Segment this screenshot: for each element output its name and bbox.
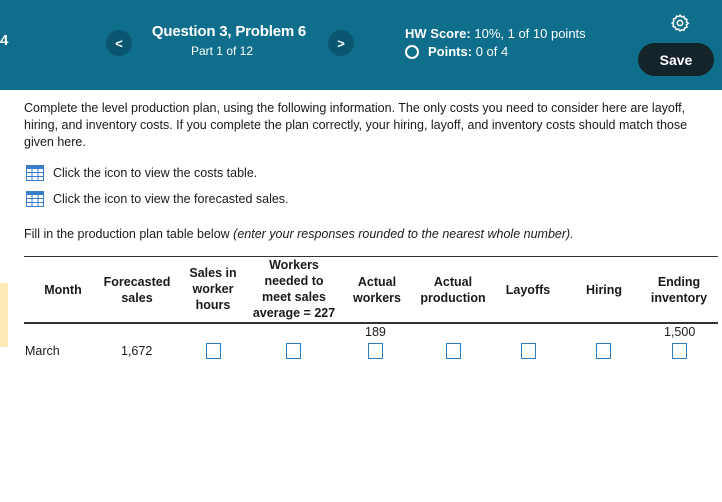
fill-prompt: Fill in the production plan table below … bbox=[24, 227, 574, 241]
hiring-input[interactable] bbox=[596, 343, 611, 359]
forecasted-sales-cell: 1,672 bbox=[121, 344, 153, 358]
initial-inventory: 1,500 bbox=[664, 325, 696, 339]
table-icon[interactable] bbox=[26, 165, 44, 181]
header-layoffs: Layoffs bbox=[505, 283, 551, 297]
hw-score-value: 10%, 1 of 10 points bbox=[474, 26, 586, 41]
circle-icon bbox=[405, 44, 419, 59]
header-actual-workers: Actual workers bbox=[346, 274, 408, 306]
header-ending-line1: Ending bbox=[657, 275, 701, 289]
header-sales-worker-hours: Sales in worker hours bbox=[180, 265, 246, 313]
forecasted-sales-link[interactable]: Click the icon to view the forecasted sa… bbox=[26, 191, 289, 207]
top-bar: 4 < Question 3, Problem 6 Part 1 of 12 >… bbox=[0, 0, 722, 90]
header-sales-hours-line3: hours bbox=[195, 298, 231, 312]
header-workers-needed: Workers needed to meet sales average = 2… bbox=[246, 257, 342, 321]
header-forecasted-line2: sales bbox=[121, 291, 153, 305]
actual-workers-input[interactable] bbox=[368, 343, 383, 359]
header-actual-production-line1: Actual bbox=[433, 275, 473, 289]
table-header-rule bbox=[24, 322, 718, 324]
forecasted-sales-link-text[interactable]: Click the icon to view the forecasted sa… bbox=[53, 192, 289, 206]
header-actual-workers-line1: Actual bbox=[357, 275, 397, 289]
hw-score: HW Score: 10%, 1 of 10 points bbox=[405, 26, 586, 41]
header-workers-needed-line1: Workers bbox=[269, 258, 319, 272]
month-cell: March bbox=[25, 344, 60, 358]
header-forecasted-line1: Forecasted bbox=[103, 275, 171, 289]
layoffs-input[interactable] bbox=[521, 343, 536, 359]
header-sales-hours-line1: Sales in bbox=[189, 266, 237, 280]
ending-inventory-input[interactable] bbox=[672, 343, 687, 359]
header-ending-inventory: Ending inventory bbox=[644, 274, 714, 306]
header-month: Month bbox=[44, 283, 82, 297]
header-workers-needed-line2: needed to bbox=[264, 274, 324, 288]
hw-score-label: HW Score: bbox=[405, 26, 471, 41]
next-question-button[interactable]: > bbox=[328, 30, 354, 56]
header-actual-production: Actual production bbox=[414, 274, 492, 306]
instructions: Complete the level production plan, usin… bbox=[24, 101, 688, 149]
fill-prompt-italic: (enter your responses rounded to the nea… bbox=[233, 227, 574, 241]
gear-icon[interactable] bbox=[670, 13, 690, 33]
header-hiring: Hiring bbox=[585, 283, 623, 297]
header-actual-workers-line2: workers bbox=[353, 291, 401, 305]
left-edge-marker bbox=[0, 283, 8, 347]
question-title: Question 3, Problem 6 bbox=[151, 23, 307, 40]
header-ending-line2: inventory bbox=[650, 291, 708, 305]
header-workers-needed-line3: meet sales bbox=[262, 290, 326, 304]
edge-number: 4 bbox=[0, 32, 9, 49]
previous-question-button[interactable]: < bbox=[106, 30, 132, 56]
workers-needed-input[interactable] bbox=[286, 343, 301, 359]
table-top-rule bbox=[24, 256, 718, 257]
costs-table-link-text[interactable]: Click the icon to view the costs table. bbox=[53, 166, 257, 180]
points-value: 0 of 4 bbox=[475, 44, 509, 59]
points: Points: 0 of 4 bbox=[405, 44, 508, 59]
points-label: Points: bbox=[428, 44, 473, 59]
header-actual-production-line2: production bbox=[420, 291, 486, 305]
header-sales-hours-line2: worker bbox=[192, 282, 234, 296]
fill-prompt-text: Fill in the production plan table below bbox=[24, 227, 230, 241]
save-button[interactable]: Save bbox=[638, 43, 714, 76]
part-label: Part 1 of 12 bbox=[190, 44, 254, 58]
table-icon[interactable] bbox=[26, 191, 44, 207]
costs-table-link[interactable]: Click the icon to view the costs table. bbox=[26, 165, 257, 181]
sales-worker-hours-input[interactable] bbox=[206, 343, 221, 359]
initial-workers: 189 bbox=[365, 325, 386, 339]
header-workers-needed-line4: average = 227 bbox=[252, 306, 336, 320]
actual-production-input[interactable] bbox=[446, 343, 461, 359]
header-forecasted-sales: Forecasted sales bbox=[98, 274, 176, 306]
